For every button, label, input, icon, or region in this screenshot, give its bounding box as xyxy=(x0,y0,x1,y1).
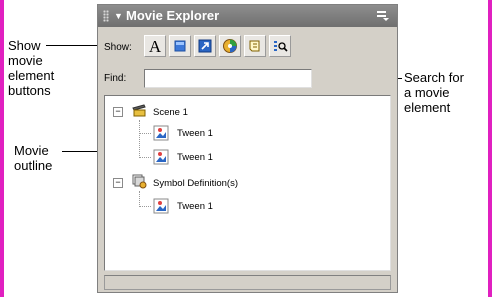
video-sound-bitmap-icon xyxy=(223,39,237,53)
callout-line: outline xyxy=(14,158,53,173)
callout-line: element xyxy=(404,100,451,115)
collapse-symbols-toggle[interactable]: − xyxy=(113,178,123,188)
customize-items-to-show-button[interactable] xyxy=(269,35,291,57)
symbol-definitions-icon xyxy=(132,174,147,189)
find-input[interactable] xyxy=(144,69,312,88)
show-text-button[interactable]: A xyxy=(144,35,166,57)
tween-icon xyxy=(153,149,169,165)
callout-line: element xyxy=(8,68,55,83)
movie-outline-tree[interactable]: − Scene 1 Tween 1 Tween 1 − Symbol Defin… xyxy=(104,95,391,271)
callout-line: movie xyxy=(8,53,43,68)
tree-node-scene[interactable]: Scene 1 xyxy=(153,107,188,118)
tree-node-tween[interactable]: Tween 1 xyxy=(177,128,213,139)
options-menu-icon[interactable] xyxy=(377,11,389,21)
find-label: Find: xyxy=(104,73,127,84)
frame-layer-icon xyxy=(249,40,260,52)
tree-connector xyxy=(139,133,151,134)
show-frames-layers-button[interactable] xyxy=(244,35,266,57)
tree-node-tween[interactable]: Tween 1 xyxy=(177,152,213,163)
show-video-sounds-bitmaps-button[interactable] xyxy=(219,35,241,57)
callout-search: Search for a movie element xyxy=(404,70,464,115)
tree-connector xyxy=(139,191,140,207)
callout-line: Search for xyxy=(404,70,464,85)
panel-titlebar[interactable]: ▼ Movie Explorer xyxy=(98,5,397,27)
page-edge-right xyxy=(488,0,492,297)
show-buttons-movieclips-graphics-button[interactable] xyxy=(169,35,191,57)
tree-connector xyxy=(139,157,151,158)
tree-node-tween[interactable]: Tween 1 xyxy=(177,201,213,212)
callout-line: a movie xyxy=(404,85,450,100)
status-bar xyxy=(104,275,391,290)
panel-title: Movie Explorer xyxy=(126,8,220,23)
drag-grip-icon[interactable] xyxy=(103,10,109,22)
collapse-arrow-icon[interactable]: ▼ xyxy=(114,5,123,27)
button-icon xyxy=(174,40,186,52)
page-edge-left xyxy=(0,0,4,297)
callout-line: buttons xyxy=(8,83,51,98)
scene-clapper-icon xyxy=(132,104,146,117)
tree-connector xyxy=(139,206,151,207)
text-icon: A xyxy=(149,38,162,54)
movie-explorer-panel: ▼ Movie Explorer Show: A Find: − Scene 1… xyxy=(97,4,398,293)
show-action-scripts-button[interactable] xyxy=(194,35,216,57)
tree-node-symbol-definitions[interactable]: Symbol Definition(s) xyxy=(153,178,238,189)
customize-icon xyxy=(274,41,288,52)
svg-text:A: A xyxy=(149,38,162,54)
callout-line: Movie xyxy=(14,143,49,158)
action-icon xyxy=(198,39,212,53)
callout-outline: Movie outline xyxy=(14,143,52,173)
tween-icon xyxy=(153,125,169,141)
collapse-scene-toggle[interactable]: − xyxy=(113,107,123,117)
tween-icon xyxy=(153,198,169,214)
show-label: Show: xyxy=(104,42,132,53)
tree-connector xyxy=(139,120,140,158)
callout-show-buttons: Show movie element buttons xyxy=(8,38,54,98)
